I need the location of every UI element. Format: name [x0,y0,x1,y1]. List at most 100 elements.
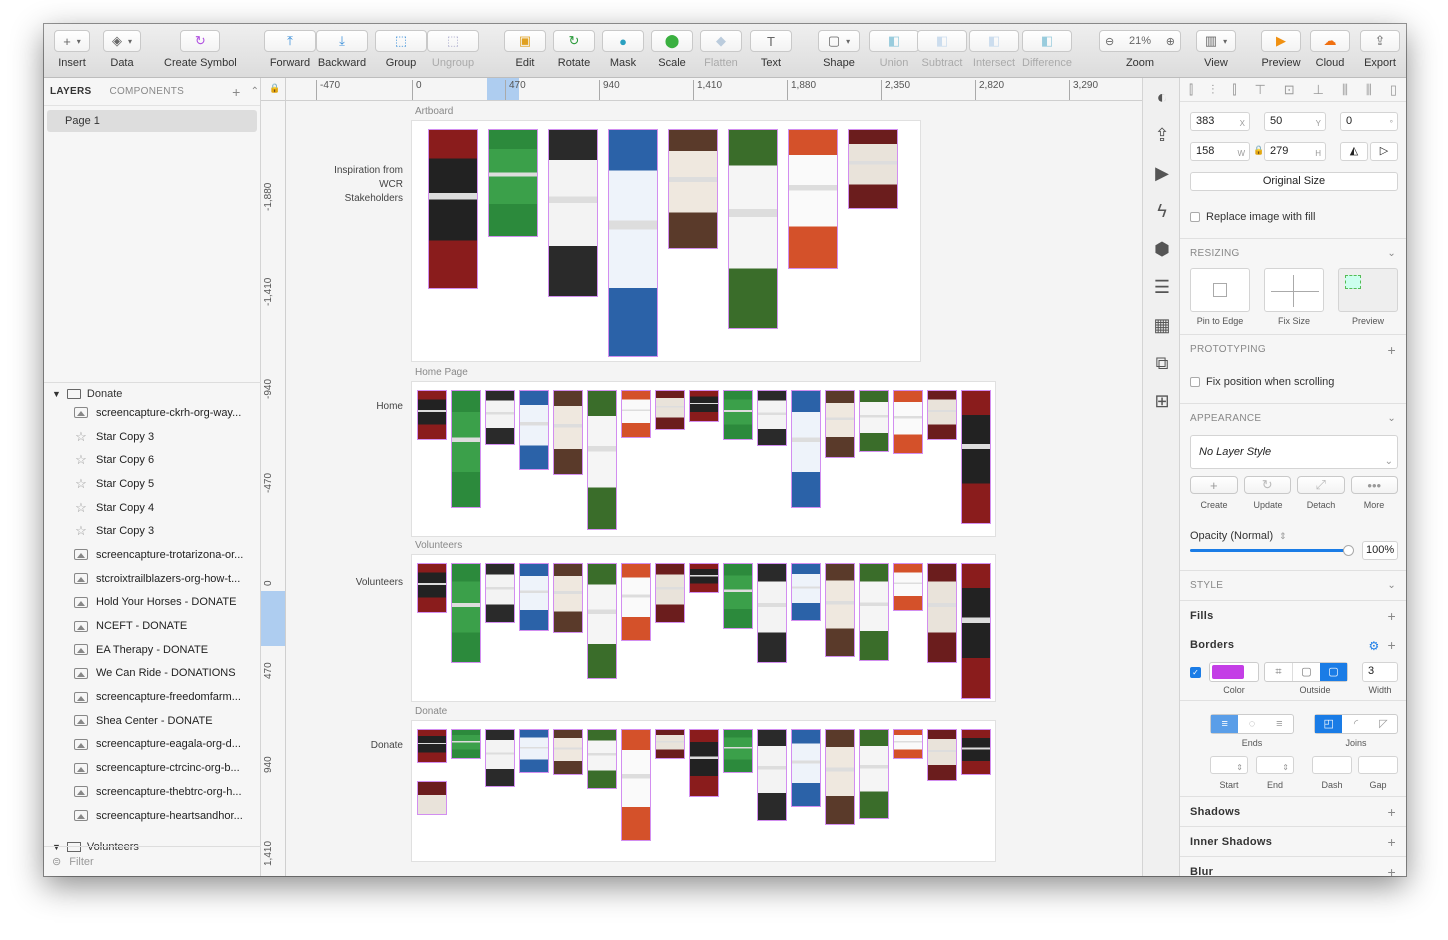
forward-group[interactable]: ⤒ Forward [264,30,316,69]
website-thumbnail[interactable] [859,729,889,819]
align-center-icon[interactable]: ⫶ [1211,82,1214,98]
website-thumbnail[interactable] [757,729,787,821]
inner-shadows-header[interactable]: Inner Shadows + [1180,826,1406,856]
website-thumbnail[interactable] [519,563,549,631]
align-top-icon[interactable]: ⊤ [1254,82,1265,98]
zoom-in-icon[interactable]: ⊕ [1166,35,1175,48]
style-header[interactable]: STYLE ⌄ [1180,570,1406,600]
website-thumbnail[interactable] [689,729,719,797]
layer-row[interactable]: screencapture-freedomfarm... [44,685,261,709]
gear-icon[interactable]: ⚙ [1368,639,1379,653]
original-size-button[interactable]: Original Size [1190,172,1398,191]
border-inside-icon[interactable]: ▢ [1292,663,1320,681]
website-thumbnail[interactable] [428,129,478,289]
join-miter-icon[interactable]: ◰ [1315,715,1343,733]
layer-row[interactable]: screencapture-ctrcinc-org-b... [44,756,261,780]
subtract-group[interactable]: ◧ Subtract [917,30,967,69]
website-thumbnail[interactable] [893,563,923,611]
artboard-name[interactable]: Artboard [415,106,453,117]
add-page-icon[interactable]: + [232,84,240,100]
add-image-icon[interactable]: ⊞ [1143,382,1181,420]
website-thumbnail[interactable] [655,390,685,430]
fix-size-widget[interactable] [1264,268,1324,312]
website-thumbnail[interactable] [488,129,538,237]
appearance-header[interactable]: APPEARANCE ⌄ [1180,403,1406,433]
website-thumbnail[interactable] [825,390,855,458]
lock-ratio-icon[interactable]: 🔒 [1253,145,1264,156]
filter-bar[interactable]: ⊜ Filter [44,846,261,876]
website-thumbnail[interactable] [689,390,719,422]
website-thumbnail[interactable] [961,729,991,775]
website-thumbnail[interactable] [519,390,549,470]
contrast-icon[interactable]: ◐ [1143,78,1181,116]
checkbox[interactable] [1190,212,1200,222]
rotation-field[interactable]: 0 ° [1340,112,1398,131]
layer-row[interactable]: ☆ Star Copy 5 [44,472,261,496]
joins-control[interactable]: ◰ ◜ ◸ [1314,714,1398,734]
layer-row[interactable]: screencapture-heartsandhor... [44,804,261,828]
layer-row[interactable]: NCEFT - DONATE [44,614,261,638]
border-position-control[interactable]: ⌗ ▢ ▢ [1264,662,1348,682]
website-thumbnail[interactable] [621,563,651,641]
website-thumbnail[interactable] [961,563,991,699]
layer-row[interactable]: EA Therapy - DONATE [44,638,261,662]
layer-row[interactable]: We Can Ride - DONATIONS [44,662,261,686]
play-icon[interactable]: ▶ [1143,154,1181,192]
create-style-button[interactable]: + [1190,476,1238,494]
website-thumbnail[interactable] [893,390,923,454]
cloud-group[interactable]: ☁ Cloud [1310,30,1350,69]
union-group[interactable]: ◧ Union [869,30,919,69]
tidy-icon[interactable]: ▯ [1390,82,1397,98]
layer-row[interactable]: ☆ Star Copy 3 [44,519,261,543]
zoom-out-icon[interactable]: ⊖ [1105,35,1114,48]
artboard-home-page[interactable] [411,381,996,537]
website-thumbnail[interactable] [961,390,991,524]
border-width-field[interactable]: 3 [1362,662,1398,682]
vertical-ruler[interactable]: -1,880 -1,410 -940 -470 0 470 940 1,410 [261,101,286,876]
group-group[interactable]: ⬚ Group [375,30,427,69]
update-style-button[interactable]: ↻ [1243,476,1291,494]
website-thumbnail[interactable] [553,563,583,633]
page-item[interactable]: Page 1 [47,110,257,132]
ungroup-group[interactable]: ⬚ Ungroup [427,30,479,69]
stepper-icon[interactable]: ⇕ [1279,531,1287,542]
backward-group[interactable]: ⤓ Backward [316,30,368,69]
align-middle-icon[interactable]: ⊡ [1284,82,1295,98]
align-right-icon[interactable]: ⫿ [1232,82,1236,98]
tab-components[interactable]: COMPONENTS [109,86,184,97]
website-thumbnail[interactable] [848,129,898,209]
website-thumbnail[interactable] [553,390,583,475]
website-thumbnail[interactable] [417,781,447,815]
website-thumbnail[interactable] [485,729,515,787]
website-thumbnail[interactable] [451,390,481,508]
blur-header[interactable]: Blur + [1180,856,1406,876]
website-thumbnail[interactable] [927,563,957,663]
lightning-icon[interactable]: ϟ [1143,192,1181,230]
website-thumbnail[interactable] [553,729,583,775]
align-bottom-icon[interactable]: ⊥ [1313,82,1324,98]
collapse-icon[interactable]: ⌃ [251,86,260,97]
edit-group[interactable]: ▣ Edit [504,30,546,69]
border-center-icon[interactable]: ⌗ [1265,663,1292,681]
slider-knob[interactable] [1343,545,1354,556]
website-thumbnail[interactable] [621,729,651,841]
website-thumbnail[interactable] [859,390,889,452]
layer-row[interactable]: screencapture-ckrh-org-way... [44,401,261,425]
plus-icon[interactable]: + [1388,864,1396,877]
layer-row[interactable]: ☆ Star Copy 4 [44,496,261,520]
height-field[interactable]: 279 H [1264,142,1326,161]
website-thumbnail[interactable] [757,563,787,663]
rotate-group[interactable]: ↻ Rotate [553,30,595,69]
start-arrow-select[interactable]: ⇕ [1210,756,1248,774]
prototyping-header[interactable]: PROTOTYPING + [1180,334,1406,364]
plus-icon[interactable]: + [1388,637,1396,653]
layer-row[interactable]: screencapture-trotarizona-or... [44,543,261,567]
website-thumbnail[interactable] [587,390,617,530]
end-arrow-select[interactable]: ⇕ [1256,756,1294,774]
layer-row[interactable]: Hold Your Horses - DONATE [44,591,261,615]
join-round-icon[interactable]: ◜ [1342,715,1369,733]
website-thumbnail[interactable] [788,129,838,269]
artboard-donate[interactable] [411,720,996,862]
distribute-h-icon[interactable]: ⫼ [1342,82,1348,98]
y-field[interactable]: 50 Y [1264,112,1326,131]
